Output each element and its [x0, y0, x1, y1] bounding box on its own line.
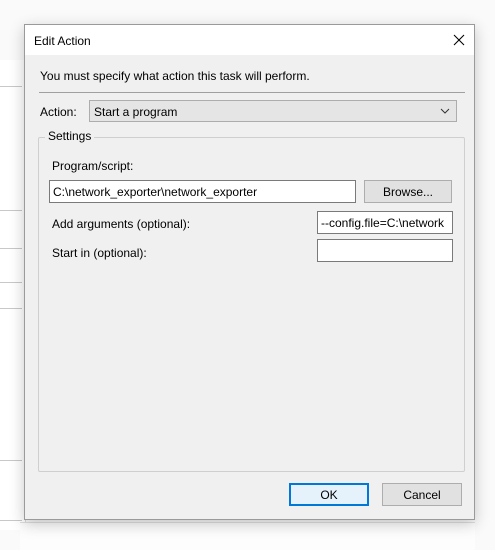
ok-button[interactable]: OK: [289, 483, 369, 506]
settings-group-label: Settings: [45, 129, 95, 143]
program-script-label: Program/script:: [52, 159, 134, 173]
start-in-input[interactable]: [317, 239, 453, 262]
cancel-button[interactable]: Cancel: [382, 483, 462, 506]
action-label: Action:: [40, 105, 77, 119]
program-script-input[interactable]: C:\network_exporter\network_exporter: [49, 180, 356, 203]
edit-action-dialog: Edit Action You must specify what action…: [24, 24, 475, 520]
background-bottom-strip: [20, 522, 475, 550]
arguments-input[interactable]: --config.file=C:\network: [317, 211, 453, 234]
browse-button[interactable]: Browse...: [364, 180, 452, 203]
action-dropdown-value: Start a program: [94, 105, 178, 119]
close-button[interactable]: [444, 25, 474, 55]
program-script-value: C:\network_exporter\network_exporter: [53, 185, 258, 199]
background-panel-strip: [0, 60, 26, 530]
dialog-title: Edit Action: [34, 34, 91, 48]
chevron-down-icon: [440, 108, 450, 114]
start-in-label: Start in (optional):: [52, 246, 147, 260]
instruction-text: You must specify what action this task w…: [40, 69, 310, 83]
divider: [39, 92, 465, 93]
close-icon: [453, 34, 465, 46]
arguments-value: --config.file=C:\network: [321, 216, 445, 230]
title-bar: Edit Action: [25, 25, 474, 55]
action-dropdown[interactable]: Start a program: [89, 100, 457, 122]
arguments-label: Add arguments (optional):: [52, 217, 191, 231]
